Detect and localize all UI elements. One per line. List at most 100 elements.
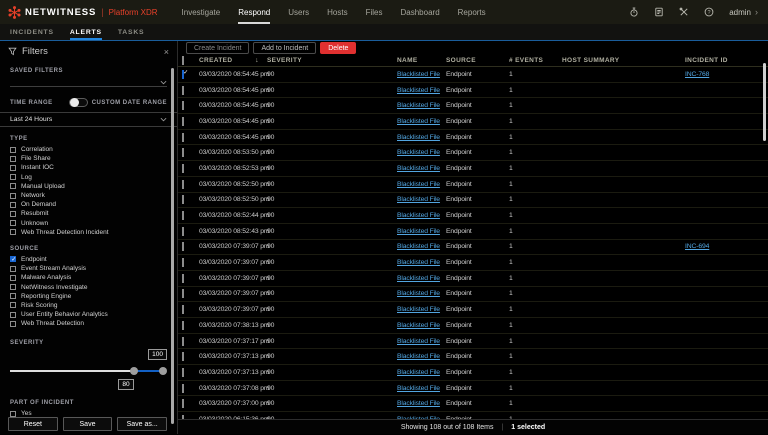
row-checkbox[interactable] xyxy=(182,273,184,283)
type-option-file-share[interactable]: File Share xyxy=(10,154,167,163)
filter-save-button[interactable]: Save xyxy=(62,417,113,431)
type-option-manual-upload[interactable]: Manual Upload xyxy=(10,182,167,191)
row-checkbox[interactable] xyxy=(182,211,184,221)
help-icon[interactable]: ? xyxy=(704,7,714,17)
alert-name-link[interactable]: Blacklisted File xyxy=(397,306,440,313)
type-option-network[interactable]: Network xyxy=(10,191,167,200)
row-checkbox[interactable] xyxy=(182,336,184,346)
source-option-user-entity-behavior-analytics[interactable]: User Entity Behavior Analytics xyxy=(10,310,167,319)
alert-name-link[interactable]: Blacklisted File xyxy=(397,275,440,282)
nav-item-users[interactable]: Users xyxy=(288,0,309,24)
row-checkbox[interactable] xyxy=(182,399,184,409)
row-checkbox[interactable] xyxy=(182,320,184,330)
nav-item-files[interactable]: Files xyxy=(366,0,383,24)
incident-id-link[interactable]: INC-768 xyxy=(685,71,709,78)
type-option-unknown[interactable]: Unknown xyxy=(10,219,167,228)
type-checkbox-file-share[interactable] xyxy=(10,155,16,162)
type-checkbox-manual-upload[interactable] xyxy=(10,183,16,190)
row-checkbox[interactable] xyxy=(182,258,184,268)
alert-name-link[interactable]: Blacklisted File xyxy=(397,353,440,360)
source-checkbox-endpoint[interactable] xyxy=(10,256,16,263)
row-checkbox[interactable] xyxy=(182,383,184,393)
type-option-web-threat-detection-incident[interactable]: Web Threat Detection Incident xyxy=(10,228,167,237)
type-checkbox-log[interactable] xyxy=(10,174,16,181)
source-checkbox-risk-scoring[interactable] xyxy=(10,302,16,309)
alert-name-link[interactable]: Blacklisted File xyxy=(397,322,440,329)
sort-descending-icon[interactable]: ↓ xyxy=(255,57,259,64)
alert-name-link[interactable]: Blacklisted File xyxy=(397,118,440,125)
severity-slider-handle-low[interactable] xyxy=(130,366,139,375)
row-checkbox[interactable] xyxy=(182,195,184,205)
delete-button[interactable]: Delete xyxy=(320,42,357,54)
alert-name-link[interactable]: Blacklisted File xyxy=(397,181,440,188)
type-option-resubmit[interactable]: Resubmit xyxy=(10,209,167,218)
incident-id-link[interactable]: INC-694 xyxy=(685,243,709,250)
alert-name-link[interactable]: Blacklisted File xyxy=(397,338,440,345)
type-checkbox-resubmit[interactable] xyxy=(10,210,16,217)
row-checkbox[interactable] xyxy=(182,85,184,95)
column-source[interactable]: SOURCE xyxy=(442,55,505,67)
source-option-malware-analysis[interactable]: Malware Analysis xyxy=(10,273,167,282)
tab-incidents[interactable]: INCIDENTS xyxy=(10,24,54,40)
type-option-correlation[interactable]: Correlation xyxy=(10,145,167,154)
source-option-netwitness-investigate[interactable]: NetWitness Investigate xyxy=(10,282,167,291)
saved-filters-dropdown[interactable] xyxy=(10,74,167,87)
tab-alerts[interactable]: ALERTS xyxy=(70,24,102,40)
filter-reset-button[interactable]: Reset xyxy=(8,417,58,431)
alert-name-link[interactable]: Blacklisted File xyxy=(397,212,440,219)
alert-name-link[interactable]: Blacklisted File xyxy=(397,87,440,94)
create-incident-button[interactable]: Create Incident xyxy=(186,42,250,54)
alert-name-link[interactable]: Blacklisted File xyxy=(397,102,440,109)
row-checkbox[interactable] xyxy=(182,148,184,158)
row-checkbox[interactable] xyxy=(182,69,184,79)
type-checkbox-unknown[interactable] xyxy=(10,220,16,227)
type-checkbox-on-demand[interactable] xyxy=(10,201,16,208)
custom-date-range-toggle[interactable]: CUSTOM DATE RANGE xyxy=(68,98,167,107)
row-checkbox[interactable] xyxy=(182,163,184,173)
source-checkbox-malware-analysis[interactable] xyxy=(10,274,16,281)
alert-name-link[interactable]: Blacklisted File xyxy=(397,369,440,376)
tools-icon[interactable] xyxy=(679,7,689,17)
nav-item-reports[interactable]: Reports xyxy=(458,0,486,24)
severity-slider-handle-high[interactable] xyxy=(159,366,168,375)
source-option-endpoint[interactable]: Endpoint xyxy=(10,255,167,264)
alert-name-link[interactable]: Blacklisted File xyxy=(397,149,440,156)
row-checkbox[interactable] xyxy=(182,116,184,126)
column-name[interactable]: NAME xyxy=(393,55,442,67)
alert-name-link[interactable]: Blacklisted File xyxy=(397,196,440,203)
column-incident-id[interactable]: INCIDENT ID xyxy=(681,55,768,67)
stopwatch-icon[interactable] xyxy=(629,7,639,17)
alert-name-link[interactable]: Blacklisted File xyxy=(397,134,440,141)
brand[interactable]: NETWITNESS | Platform XDR xyxy=(8,0,158,24)
nav-item-investigate[interactable]: Investigate xyxy=(182,0,221,24)
severity-slider[interactable] xyxy=(10,366,168,375)
row-checkbox[interactable] xyxy=(182,101,184,111)
type-checkbox-network[interactable] xyxy=(10,192,16,199)
row-checkbox[interactable] xyxy=(182,367,184,377)
source-option-reporting-engine[interactable]: Reporting Engine xyxy=(10,292,167,301)
table-scrollbar[interactable] xyxy=(763,63,766,141)
select-all-checkbox[interactable] xyxy=(182,56,184,65)
alert-name-link[interactable]: Blacklisted File xyxy=(397,243,440,250)
source-option-event-stream-analysis[interactable]: Event Stream Analysis xyxy=(10,264,167,273)
column-host-summary[interactable]: HOST SUMMARY xyxy=(558,55,681,67)
add-to-incident-button[interactable]: Add to Incident xyxy=(253,42,317,54)
alert-name-link[interactable]: Blacklisted File xyxy=(397,71,440,78)
column-created[interactable]: CREATED ↓ xyxy=(195,55,263,67)
toggle-knob[interactable] xyxy=(69,98,79,107)
filter-save-as-button[interactable]: Save as... xyxy=(117,417,168,431)
source-checkbox-event-stream-analysis[interactable] xyxy=(10,265,16,272)
source-checkbox-reporting-engine[interactable] xyxy=(10,293,16,300)
source-checkbox-user-entity-behavior-analytics[interactable] xyxy=(10,311,16,318)
type-option-on-demand[interactable]: On Demand xyxy=(10,200,167,209)
row-checkbox[interactable] xyxy=(182,242,184,252)
alert-name-link[interactable]: Blacklisted File xyxy=(397,259,440,266)
toggle-track[interactable] xyxy=(68,98,88,107)
filters-scrollbar[interactable] xyxy=(171,68,174,424)
alert-name-link[interactable]: Blacklisted File xyxy=(397,165,440,172)
alert-name-link[interactable]: Blacklisted File xyxy=(397,228,440,235)
type-option-instant-ioc[interactable]: Instant IOC xyxy=(10,163,167,172)
row-checkbox[interactable] xyxy=(182,305,184,315)
type-option-log[interactable]: Log xyxy=(10,173,167,182)
source-checkbox-netwitness-investigate[interactable] xyxy=(10,284,16,291)
